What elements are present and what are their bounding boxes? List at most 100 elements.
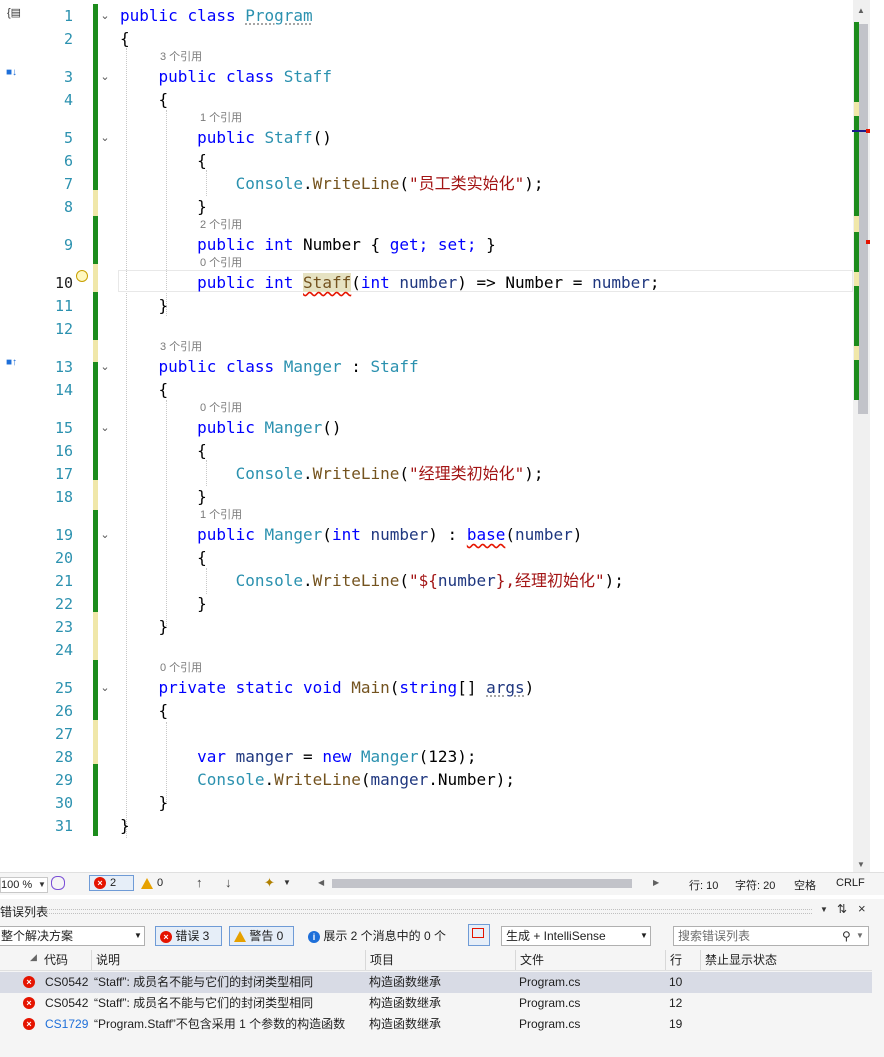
line-ending[interactable]: CRLF [836, 877, 865, 889]
code-line[interactable]: } [120, 594, 207, 614]
column-header-description[interactable]: 说明 [91, 950, 120, 970]
code-line[interactable]: { [120, 90, 169, 110]
code-line[interactable]: public class Manger : Staff [120, 357, 419, 377]
code-line[interactable]: Console.WriteLine("${number},经理初始化"); [120, 571, 624, 591]
type-name: Program [245, 6, 313, 25]
warning-count[interactable]: 0 [157, 877, 163, 889]
previous-issue-arrow-icon[interactable]: ↑ [196, 875, 203, 890]
error-icon: × [23, 997, 35, 1009]
code-line[interactable]: private static void Main(string[] args) [120, 678, 535, 698]
zoom-dropdown-icon[interactable]: ▼ [38, 877, 46, 893]
fold-toggle-icon[interactable]: ⌄ [100, 423, 110, 434]
error-count-button[interactable]: × 2 [89, 875, 134, 891]
next-issue-arrow-icon[interactable]: ↓ [225, 875, 232, 890]
error-marker[interactable] [866, 240, 870, 244]
codelens-references[interactable]: 3 个引用 [160, 51, 202, 63]
search-error-list[interactable]: 搜索错误列表 ⚲ ▼ [673, 926, 869, 946]
close-icon[interactable]: × [858, 901, 866, 916]
copilot-icon[interactable] [51, 876, 65, 890]
column-header-file[interactable]: 文件 [515, 950, 544, 970]
whitespace-mode[interactable]: 空格 [794, 877, 816, 893]
code-line[interactable]: } [120, 816, 130, 836]
code-line[interactable]: public class Staff [120, 67, 332, 87]
build-filter-dropdown[interactable]: 生成 + IntelliSense ▼ [501, 926, 651, 946]
code-line[interactable]: } [120, 487, 207, 507]
scope-dropdown[interactable]: 整个解决方案 ▼ [0, 926, 145, 946]
scrollbar-thumb[interactable] [858, 24, 868, 414]
column-header-code[interactable]: 代码 [44, 950, 68, 970]
code-line[interactable]: public Manger(int number) : base(number) [120, 525, 582, 545]
column-header-project[interactable]: 项目 [365, 950, 394, 970]
fold-toggle-icon[interactable]: ⌄ [100, 683, 110, 694]
error-marker[interactable] [866, 129, 870, 133]
warnings-filter-button[interactable]: 警告 0 [229, 926, 294, 946]
panel-menu-dropdown-icon[interactable]: ▼ [820, 905, 828, 914]
codelens-references[interactable]: 0 个引用 [200, 402, 242, 414]
code-line[interactable]: { [120, 29, 130, 49]
code-line[interactable]: { [120, 441, 207, 461]
code-line[interactable]: Console.WriteLine(manger.Number); [120, 770, 515, 790]
hscroll-right-arrow-icon[interactable]: ▶ [653, 878, 659, 887]
code-cleanup-dropdown-icon[interactable]: ▼ [283, 878, 291, 887]
code-line[interactable]: } [120, 793, 169, 813]
code-line[interactable]: } [120, 617, 169, 637]
code-line[interactable]: var manger = new Manger(123); [120, 747, 476, 767]
cursor-line[interactable]: 行: 10 [689, 877, 718, 893]
table-row-selected[interactable]: × CS0542 “Staff”: 成员名不能与它们的封闭类型相同 构造函数继承… [0, 972, 872, 993]
table-row[interactable]: × CS1729 “Program.Staff”不包含采用 1 个参数的构造函数… [0, 1014, 872, 1035]
pin-icon[interactable]: ⇅ [837, 902, 847, 916]
codelens-references[interactable]: 3 个引用 [160, 341, 202, 353]
code-line[interactable]: Console.WriteLine("员工类实始化"); [120, 174, 544, 194]
horizontal-scrollbar-thumb[interactable] [332, 879, 632, 888]
keyword: public [158, 67, 217, 86]
codelens-references[interactable]: 2 个引用 [200, 219, 242, 231]
code-line[interactable]: { [120, 701, 169, 721]
code-line[interactable]: public Manger() [120, 418, 342, 438]
table-row[interactable]: × CS0542 “Staff”: 成员名不能与它们的封闭类型相同 构造函数继承… [0, 993, 872, 1014]
codelens-references[interactable]: 0 个引用 [200, 257, 242, 269]
keyword: class [187, 6, 236, 25]
fold-toggle-icon[interactable]: ⌄ [100, 133, 110, 144]
fold-toggle-icon[interactable]: ⌄ [100, 530, 110, 541]
codelens-references[interactable]: 0 个引用 [160, 662, 202, 674]
code-line[interactable]: public Staff() [120, 128, 332, 148]
lightbulb-icon[interactable] [76, 270, 88, 282]
scroll-down-arrow-icon[interactable]: ▼ [857, 860, 865, 869]
error-code-link[interactable]: CS1729 [45, 1014, 88, 1035]
property-name: Number [505, 273, 564, 292]
error-squiggle-base[interactable]: base [467, 525, 506, 544]
errors-filter-button[interactable]: × 错误 3 [155, 926, 222, 946]
code-line[interactable]: { [120, 548, 207, 568]
code-line[interactable]: { [120, 151, 207, 171]
change-bar-saved [93, 4, 98, 190]
hscroll-left-arrow-icon[interactable]: ◀ [318, 878, 324, 887]
messages-filter-button[interactable]: i 展示 2 个消息中的 0 个 [301, 926, 461, 946]
error-squiggle-method[interactable]: Staff [303, 273, 352, 292]
filter-toggle-button[interactable] [468, 924, 490, 946]
code-line[interactable]: public int Number { get; set; } [120, 235, 496, 255]
keyword: get; [389, 235, 429, 254]
code-line[interactable]: } [120, 296, 169, 316]
code-line[interactable]: { [120, 380, 169, 400]
code-line[interactable]: Console.WriteLine("经理类初始化"); [120, 464, 544, 484]
sort-corner-icon[interactable]: ◢ [30, 947, 37, 967]
codelens-references[interactable]: 1 个引用 [200, 112, 242, 124]
override-up-icon[interactable]: ■↑ [6, 357, 17, 368]
parameter-name: number [399, 273, 458, 292]
cursor-column[interactable]: 字符: 20 [735, 877, 775, 893]
line-number: 11 [54, 297, 73, 315]
column-header-line[interactable]: 行 [665, 950, 682, 970]
scope-icon[interactable]: {▤ [7, 6, 21, 19]
scroll-up-arrow-icon[interactable]: ▲ [857, 6, 865, 15]
fold-toggle-icon[interactable]: ⌄ [100, 72, 110, 83]
code-line[interactable]: public int Staff(int number) => Number =… [120, 273, 660, 293]
code-line[interactable]: public class Program [120, 6, 313, 26]
code-cleanup-brush-icon[interactable]: ✦ [264, 875, 275, 891]
code-line[interactable]: } [120, 197, 207, 217]
override-down-icon[interactable]: ■↓ [6, 67, 17, 78]
fold-toggle-icon[interactable]: ⌄ [100, 11, 110, 22]
column-header-suppression[interactable]: 禁止显示状态 [700, 950, 777, 970]
fold-toggle-icon[interactable]: ⌄ [100, 362, 110, 373]
code-editor[interactable]: {▤ ■↓ ■↑ 1 2 3 4 5 6 7 8 9 10 11 12 13 1… [0, 0, 884, 872]
codelens-references[interactable]: 1 个引用 [200, 509, 242, 521]
